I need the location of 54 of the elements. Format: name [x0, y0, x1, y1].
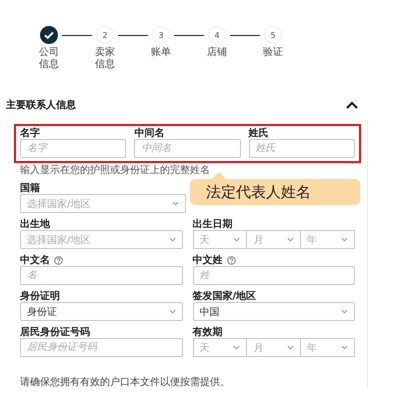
field-label: 国籍 [20, 183, 40, 194]
step-number: 3 [152, 26, 170, 44]
dropdown[interactable]: 中国 [192, 302, 355, 321]
section-title: 主要联系人信息 [6, 98, 76, 112]
step-label: 店铺 [206, 47, 228, 58]
field-label: 中间名 [134, 128, 166, 139]
chevron-down-icon [233, 345, 240, 350]
field-label: 出生地 [20, 219, 50, 230]
field-label: 出生日期 [192, 219, 232, 230]
step-number: 2 [96, 26, 114, 44]
chevron-down-icon [168, 309, 176, 314]
chevron-down-icon [340, 345, 348, 350]
field-label: 有效期 [192, 327, 222, 338]
dropdown[interactable]: 天 [192, 230, 248, 249]
dropdown[interactable]: 年 [301, 338, 355, 357]
field-label: 签发国家/地区 [192, 291, 256, 302]
step-number: 5 [264, 26, 282, 44]
chevron-down-icon [172, 201, 179, 206]
callout-pointer [212, 172, 226, 179]
chevron-icon[interactable] [346, 101, 358, 109]
step-number: 4 [208, 26, 226, 44]
input-field[interactable]: 名字 [20, 139, 126, 158]
dropdown[interactable]: 天 [192, 338, 248, 357]
field-label: 姓氏 [248, 128, 270, 139]
dropdown[interactable]: 月 [247, 230, 302, 249]
field-label: 中文名 [20, 255, 50, 266]
step-label: 卖家信息 [94, 47, 116, 70]
input-field[interactable]: 姓氏 [248, 139, 355, 158]
help-icon[interactable] [54, 256, 63, 265]
input-field[interactable]: 名 [20, 266, 182, 285]
field-label: 身份证明 [20, 291, 60, 302]
chevron-down-icon [233, 237, 240, 242]
input-field[interactable]: 姓 [192, 266, 355, 285]
step-label: 账单 [150, 47, 172, 58]
field-label: 居民身份证号码 [20, 327, 90, 338]
dropdown[interactable]: 年 [301, 230, 355, 249]
note-text: 请确保您拥有有效的户口本文件以便按需提供。 [20, 376, 231, 389]
dropdown[interactable]: 选择国家/地区 [20, 194, 186, 213]
dropdown[interactable]: 选择国家/地区 [20, 230, 182, 249]
step-label: 公司信息 [38, 47, 60, 70]
chevron-down-icon [287, 345, 294, 350]
field-label: 中文姓 [192, 255, 222, 266]
chevron-down-icon [287, 237, 294, 242]
dropdown[interactable]: 月 [247, 338, 302, 357]
step-label: 验证 [262, 47, 284, 58]
hint-text: 输入显示在您的护照或身份证上的完整姓名 [20, 165, 210, 177]
chevron-down-icon [341, 309, 348, 314]
input-field[interactable]: 居民身份证号码 [20, 338, 182, 357]
chevron-down-icon [168, 237, 176, 242]
chevron-down-icon [340, 237, 348, 242]
input-field[interactable]: 中间名 [134, 139, 241, 158]
help-icon[interactable] [226, 256, 236, 265]
dropdown[interactable]: 身份证 [20, 302, 182, 321]
field-label: 名字 [20, 128, 41, 139]
